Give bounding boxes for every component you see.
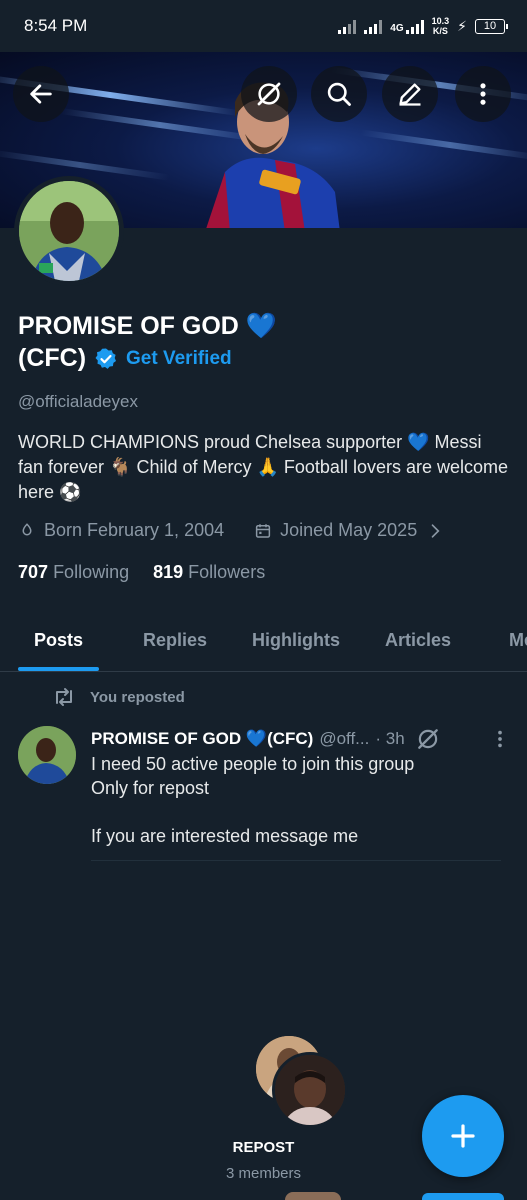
post-author-handle: @off... — [319, 729, 370, 748]
battery-level: 10 — [483, 20, 497, 32]
post-header: PROMISE OF GOD 💙(CFC) @off... · 3h — [91, 726, 511, 752]
back-arrow-icon — [30, 84, 52, 104]
post-line: I need 50 active people to join this gro… — [91, 754, 415, 774]
status-time: 8:54 PM — [24, 16, 88, 35]
profile-bio: WORLD CHAMPIONS proud Chelsea supporter … — [18, 432, 508, 502]
follow-stats: 707 Following 819 Followers — [18, 562, 265, 583]
signal-1-icon — [338, 18, 357, 34]
following-count: 707 — [18, 562, 49, 582]
next-community-avatar — [285, 1192, 341, 1200]
profile-name-line2: (CFC) Get Verified — [18, 344, 232, 373]
following-link[interactable]: 707 Following — [18, 562, 129, 583]
post-author-avatar[interactable] — [18, 726, 76, 784]
profile-handle: @officialadeyex — [18, 392, 138, 411]
verified-badge-icon[interactable] — [94, 347, 118, 371]
chevron-right-icon[interactable] — [425, 521, 445, 541]
profile-tabs: Posts Replies Highlights Articles Me — [0, 612, 527, 672]
profile-meta: Born February 1, 2004 Joined May 2025 — [18, 520, 445, 541]
post-line: If you are interested message me — [91, 826, 359, 846]
post-avatar-photo — [18, 726, 76, 784]
speed-value: 10.3 — [431, 16, 450, 26]
status-bar: 8:54 PM 4G 10.3 K/S ⚡ 10 — [0, 0, 527, 52]
signal-3-icon — [405, 18, 424, 34]
tab-articles[interactable]: Articles — [385, 630, 451, 651]
get-verified-link[interactable]: Get Verified — [126, 348, 232, 370]
calendar-icon — [255, 523, 271, 538]
birthday-icon — [22, 522, 32, 535]
post-more-icon[interactable] — [489, 728, 511, 750]
charging-icon: ⚡ — [457, 17, 467, 34]
profile-name: PROMISE OF GOD 💙 — [18, 312, 277, 340]
community-member-avatar — [272, 1052, 348, 1128]
more-options-button[interactable] — [455, 66, 511, 122]
repost-indicator: You reposted — [52, 687, 185, 707]
edit-icon — [399, 83, 421, 106]
tab-media[interactable]: Me — [509, 630, 527, 651]
network-speed: 10.3 K/S — [432, 16, 450, 36]
post-author-name[interactable]: PROMISE OF GOD 💙(CFC) — [91, 729, 313, 749]
followers-count: 819 — [153, 562, 184, 582]
back-button[interactable] — [13, 66, 69, 122]
search-button[interactable] — [311, 66, 367, 122]
followers-label: Followers — [188, 562, 266, 582]
joined-date: Joined May 2025 — [280, 520, 418, 540]
post-text: I need 50 active people to join this gro… — [91, 752, 511, 848]
following-label: Following — [53, 562, 130, 582]
status-icons: 4G 10.3 K/S ⚡ 10 — [338, 16, 508, 36]
avatar-photo — [19, 181, 119, 281]
plus-icon — [451, 1124, 475, 1148]
secondary-fab-edge — [422, 1193, 504, 1200]
speed-unit: K/S — [432, 26, 448, 36]
active-tab-indicator — [18, 667, 99, 671]
network-type: 4G — [390, 23, 404, 34]
profile-name-suffix: (CFC) — [18, 344, 87, 372]
tab-posts[interactable]: Posts — [34, 630, 83, 651]
grok-icon[interactable] — [415, 726, 441, 752]
battery-icon: 10 — [475, 18, 508, 34]
search-icon — [327, 82, 351, 106]
post-time: · 3h — [375, 729, 405, 748]
profile-avatar[interactable] — [14, 176, 124, 286]
edit-button[interactable] — [382, 66, 438, 122]
grok-icon — [257, 82, 281, 106]
tab-replies[interactable]: Replies — [143, 630, 207, 651]
followers-link[interactable]: 819 Followers — [153, 562, 265, 583]
compose-button[interactable] — [422, 1095, 504, 1177]
more-vertical-icon — [480, 83, 486, 105]
born-date: Born February 1, 2004 — [44, 520, 225, 540]
post-divider — [91, 860, 501, 861]
signal-2-icon — [364, 18, 383, 34]
post-line: Only for repost — [91, 778, 210, 798]
repost-label: You reposted — [90, 688, 185, 706]
grok-button[interactable] — [241, 66, 297, 122]
post-line — [91, 800, 511, 824]
tab-highlights[interactable]: Highlights — [252, 630, 340, 651]
mobile-data-indicator: 4G — [390, 18, 424, 34]
repost-icon — [56, 688, 72, 706]
